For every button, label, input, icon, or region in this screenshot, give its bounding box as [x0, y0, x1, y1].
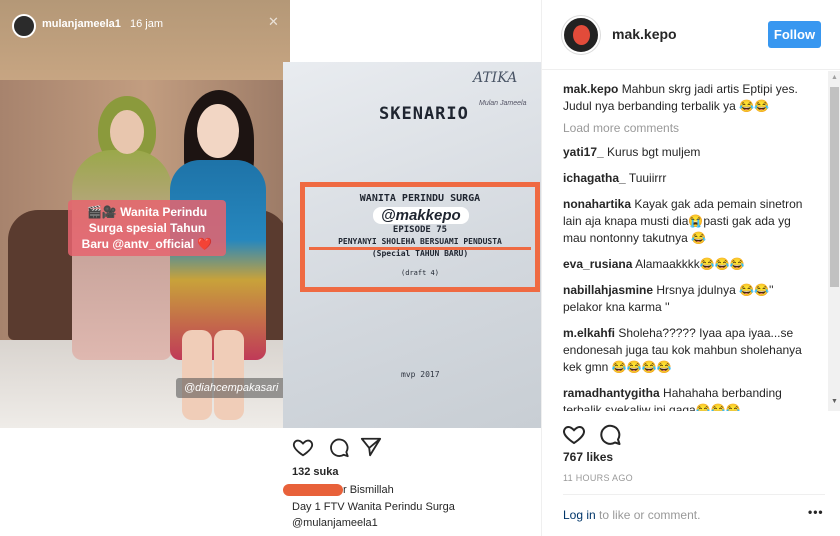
comment-item: m.elkahfi Sholeha????? Iyaa apa iyaa...s… — [563, 325, 803, 376]
post-caption: mak.kepo Mahbun skrg jadi artis Eptipi y… — [563, 81, 803, 115]
story-screenshot: mulanjameela1 16 jam ✕ 🎬🎥 Wanita Perindu… — [0, 0, 290, 428]
script-footer: mvp 2017 — [401, 370, 440, 379]
heart-icon — [292, 439, 314, 457]
script-program: WANITA PERINDU SURGA — [359, 193, 481, 204]
comment-icon[interactable] — [598, 422, 622, 446]
post-timestamp[interactable]: 11 HOURS AGO — [563, 473, 633, 483]
header-username[interactable]: mak.kepo — [612, 26, 677, 42]
share-icon — [360, 437, 382, 457]
embedded-likes: 132 suka — [292, 466, 339, 478]
scroll-down-arrow[interactable]: ▼ — [831, 398, 838, 405]
comment-username[interactable]: nabillahjasmine — [563, 283, 653, 297]
comment-icon — [330, 438, 349, 458]
post-sidebar: mak.kepo Follow mak.kepo Mahbun skrg jad… — [541, 0, 840, 536]
instagram-post-page: mulanjameela1 16 jam ✕ 🎬🎥 Wanita Perindu… — [0, 0, 840, 536]
comment-username[interactable]: nonahartika — [563, 197, 631, 211]
comment-username[interactable]: ramadhantygitha — [563, 386, 660, 400]
redaction-mark — [283, 484, 343, 496]
embedded-caption-line: r Bismillah — [343, 484, 394, 496]
person-right-body — [170, 160, 266, 360]
person-right-leg — [214, 330, 244, 420]
login-prompt-text: to like or comment. — [595, 508, 701, 522]
comment-item: yati17_ Kurus bgt muljem — [563, 144, 803, 161]
comment-username[interactable]: eva_rusiana — [563, 257, 632, 271]
like-heart-icon[interactable] — [562, 422, 586, 446]
login-link[interactable]: Log in — [563, 508, 596, 522]
embedded-caption-line: Day 1 FTV Wanita Perindu Surga — [292, 501, 455, 513]
divider — [563, 494, 825, 495]
comment-text: Alamaakkkk😂😂😂 — [635, 257, 745, 271]
comment-username[interactable]: yati17_ — [563, 145, 604, 159]
script-draft: (draft 4) — [401, 269, 439, 277]
embedded-actions — [292, 436, 412, 458]
post-media[interactable]: mulanjameela1 16 jam ✕ 🎬🎥 Wanita Perindu… — [0, 0, 541, 536]
avatar[interactable] — [562, 16, 600, 54]
story-caption: 🎬🎥 Wanita Perindu Surga spesial Tahun Ba… — [68, 200, 226, 256]
comment-username[interactable]: m.elkahfi — [563, 326, 615, 340]
comment-text: Kurus bgt muljem — [607, 145, 701, 159]
embedded-caption-line: @mulanjameela1 — [292, 517, 378, 529]
avatar-logo — [573, 25, 590, 45]
story-username: mulanjameela1 — [42, 18, 121, 30]
post-actions — [562, 422, 682, 446]
comment-scrollbar[interactable]: ▲ ▼ — [828, 71, 840, 411]
script-special: (Special TAHUN BARU) — [371, 249, 469, 258]
scrollbar-thumb[interactable] — [830, 87, 839, 287]
comment-list[interactable]: mak.kepo Mahbun skrg jadi artis Eptipi y… — [542, 71, 828, 411]
story-time: 16 jam — [130, 18, 164, 30]
comment-username[interactable]: ichagatha_ — [563, 171, 626, 185]
more-options-icon[interactable]: ••• — [808, 505, 824, 519]
story-avatar — [12, 14, 36, 38]
login-prompt: Log in to like or comment. — [563, 508, 700, 522]
story-tag: @diahcempakasari — [176, 378, 287, 398]
comment-item: nabillahjasmine Hrsnya jdulnya 😂😂'' pela… — [563, 282, 803, 316]
comment-text: Tuuiirrr — [628, 171, 667, 185]
person-left-face — [110, 110, 144, 154]
script-document-photo: ATIKA Mulan Jameela SKENARIO WANITA PERI… — [283, 62, 541, 428]
script-handwritten-note: ATIKA — [473, 70, 518, 86]
watermark: @makkepo — [373, 207, 469, 224]
highlight-box: WANITA PERINDU SURGA @makkepo EPISODE 75… — [300, 182, 540, 292]
close-icon: ✕ — [268, 14, 279, 29]
script-episode: EPISODE 75 — [392, 225, 448, 235]
comment-item: eva_rusiana Alamaakkkk😂😂😂 — [563, 256, 803, 273]
comment-item: nonahartika Kayak gak ada pemain sinetro… — [563, 196, 803, 247]
story-background — [0, 0, 290, 80]
load-more-comments-link[interactable]: Load more comments — [563, 121, 828, 135]
person-right-leg — [182, 330, 212, 420]
script-episode-title: PENYANYI SHOLEHA BERSUAMI PENDUSTA — [338, 237, 502, 246]
script-handwritten-sub: Mulan Jameela — [479, 100, 527, 107]
caption-username[interactable]: mak.kepo — [563, 82, 618, 96]
person-right-face — [197, 104, 239, 158]
script-title: SKENARIO — [379, 104, 469, 124]
comment-item: ramadhantygitha Hahahaha berbanding terb… — [563, 385, 803, 411]
comment-item: ichagatha_ Tuuiirrr — [563, 170, 803, 187]
likes-count[interactable]: 767 likes — [563, 450, 613, 464]
post-header: mak.kepo Follow — [542, 0, 840, 70]
follow-button[interactable]: Follow — [768, 21, 821, 48]
scroll-up-arrow[interactable]: ▲ — [831, 74, 838, 81]
